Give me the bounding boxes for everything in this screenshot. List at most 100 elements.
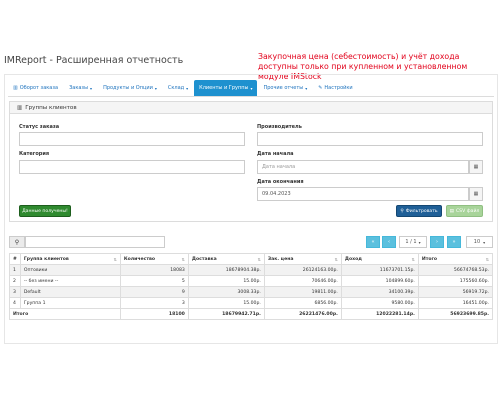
date-start-label: Дата начала <box>257 151 294 157</box>
sort-icon: ⇅ <box>485 256 489 262</box>
tab-warehouse[interactable]: Склад ▾ <box>163 80 193 96</box>
per-page-value: 10 <box>473 239 481 245</box>
caret-down-icon: ▾ <box>250 85 253 91</box>
caret-down-icon: ▾ <box>418 239 421 245</box>
report-tabs: ▥ Оборот заказа Заказы ▾ Продукты и Опци… <box>8 80 494 97</box>
cell: 5 <box>119 275 189 287</box>
tab-customers-groups[interactable]: Клиенты и Группы ▾ <box>194 80 258 96</box>
prev-page-button[interactable]: ‹ <box>382 236 396 248</box>
cell: 26221476.00р. <box>263 308 342 320</box>
page-select-value: 1 / 1 <box>405 239 417 245</box>
cell: 56919.72р. <box>417 286 494 298</box>
cell: Группа 1 <box>19 297 121 309</box>
sort-icon: ⇅ <box>113 256 117 262</box>
category-select[interactable] <box>19 160 245 174</box>
tab-products-options[interactable]: Продукты и Опции ▾ <box>98 80 162 96</box>
cell: 3 <box>119 297 189 309</box>
tab-settings[interactable]: ✎ Настройки <box>313 80 357 96</box>
table-row: 4 Группа 1 3 15.00р. 6856.00р. 9580.00р.… <box>9 297 494 309</box>
search-icon[interactable]: ⚲ <box>9 236 25 248</box>
caret-down-icon: ▾ <box>90 85 93 91</box>
page-select[interactable]: 1 / 1 ▾ <box>399 236 427 248</box>
sort-icon: ⇅ <box>181 256 185 262</box>
wrench-icon: ✎ <box>318 85 323 91</box>
date-start-input[interactable]: Дата начала <box>257 160 469 174</box>
caret-down-icon: ▾ <box>154 85 157 91</box>
column-header[interactable]: Зак. цена ⇅ <box>263 253 342 265</box>
cell: 34100.39р. <box>340 286 419 298</box>
column-header[interactable]: Доход ⇅ <box>340 253 419 265</box>
cell: 3 <box>9 286 21 298</box>
tab-label: Оборот заказа <box>19 85 59 91</box>
tab-label: Заказы <box>69 85 89 91</box>
last-page-button[interactable]: » <box>447 236 461 248</box>
table-row: 3 Default 9 3008.33р. 19811.00р. 34100.3… <box>9 286 494 298</box>
cell: 3008.33р. <box>187 286 265 298</box>
column-header[interactable]: # <box>9 253 21 265</box>
category-label: Категория <box>19 151 50 157</box>
cell: 15.00р. <box>187 275 265 287</box>
cell: 70646.00р. <box>263 275 342 287</box>
cell: 9580.00р. <box>340 297 419 309</box>
csv-button-label: CSV файл <box>455 208 480 214</box>
order-status-select[interactable] <box>19 132 245 146</box>
tab-label: Продукты и Опции <box>103 85 153 91</box>
column-header[interactable]: Доставка ⇅ <box>187 253 265 265</box>
bar-chart-icon: ▥ <box>13 85 18 91</box>
cell: Итого <box>9 308 121 320</box>
tab-label: Клиенты и Группы <box>199 85 249 91</box>
date-end-input[interactable]: 09.04.2023 <box>257 187 469 201</box>
column-header[interactable]: Количество ⇅ <box>119 253 189 265</box>
panel-title: Группы клиентов <box>25 104 77 111</box>
cell: Оптовики <box>19 264 121 276</box>
customer-groups-table: # Группа клиентов ⇅ Количество ⇅ Доставка ⇅… <box>9 253 494 320</box>
cell: 1 <box>9 264 21 276</box>
cell: 56674768.53р. <box>417 264 494 276</box>
caret-down-icon: ▾ <box>305 85 308 91</box>
calendar-icon[interactable]: ▦ <box>469 160 483 174</box>
column-header[interactable]: Группа клиентов ⇅ <box>19 253 121 265</box>
cell: 9 <box>119 286 189 298</box>
first-page-button[interactable]: « <box>366 236 380 248</box>
calendar-icon[interactable]: ▦ <box>469 187 483 201</box>
tab-label: Прочие отчеты <box>263 85 304 91</box>
panel-header: ▥ Группы клиентов <box>10 102 492 114</box>
next-page-button[interactable]: › <box>430 236 444 248</box>
bar-chart-icon: ▥ <box>17 104 23 111</box>
cell: -- без имени -- <box>19 275 121 287</box>
filter-button[interactable]: ⚲ Фильтровать <box>396 205 442 217</box>
csv-button[interactable]: ▤ CSV файл <box>446 205 483 217</box>
cell: 6856.00р. <box>263 297 342 309</box>
manufacturer-label: Производитель <box>257 124 302 130</box>
cell: 15.00р. <box>187 297 265 309</box>
column-header[interactable]: Итого ⇅ <box>417 253 494 265</box>
order-status-label: Статус заказа <box>19 124 60 130</box>
cell: 19811.00р. <box>263 286 342 298</box>
filter-panel: ▥ Группы клиентов Статус заказа Производ… <box>9 101 493 222</box>
sort-icon: ⇅ <box>411 256 415 262</box>
tab-other-reports[interactable]: Прочие отчеты ▾ <box>258 80 312 96</box>
cell: 16451.00р. <box>417 297 494 309</box>
table-row: 1 Оптовики 18083 18678904.38р. 26124163.… <box>9 264 494 276</box>
cell: 26124163.00р. <box>263 264 342 276</box>
data-received-button[interactable]: Данные получены! <box>19 205 71 217</box>
cell: 4 <box>9 297 21 309</box>
cell: 56923699.85р. <box>417 308 494 320</box>
tab-order-turnover[interactable]: ▥ Оборот заказа <box>8 80 63 96</box>
cell: Default <box>19 286 121 298</box>
cell: 104899.60р. <box>340 275 419 287</box>
table-search-input[interactable] <box>25 236 165 248</box>
caret-down-icon: ▾ <box>186 85 189 91</box>
table-total-row: Итого 18100 18679942.71р. 26221476.00р. … <box>9 308 494 320</box>
tab-orders[interactable]: Заказы ▾ <box>64 80 97 96</box>
cell: 18083 <box>119 264 189 276</box>
table-header-row: # Группа клиентов ⇅ Количество ⇅ Доставка ⇅… <box>9 253 494 265</box>
cell: 175560.60р. <box>417 275 494 287</box>
per-page-select[interactable]: 10 ▾ <box>466 236 493 248</box>
manufacturer-select[interactable] <box>257 132 483 146</box>
filter-button-label: Фильтровать <box>405 208 438 214</box>
cell: 18100 <box>119 308 189 320</box>
tab-label: Настройки <box>324 85 353 91</box>
cell: 18678904.38р. <box>187 264 265 276</box>
sort-icon: ⇅ <box>257 256 261 262</box>
